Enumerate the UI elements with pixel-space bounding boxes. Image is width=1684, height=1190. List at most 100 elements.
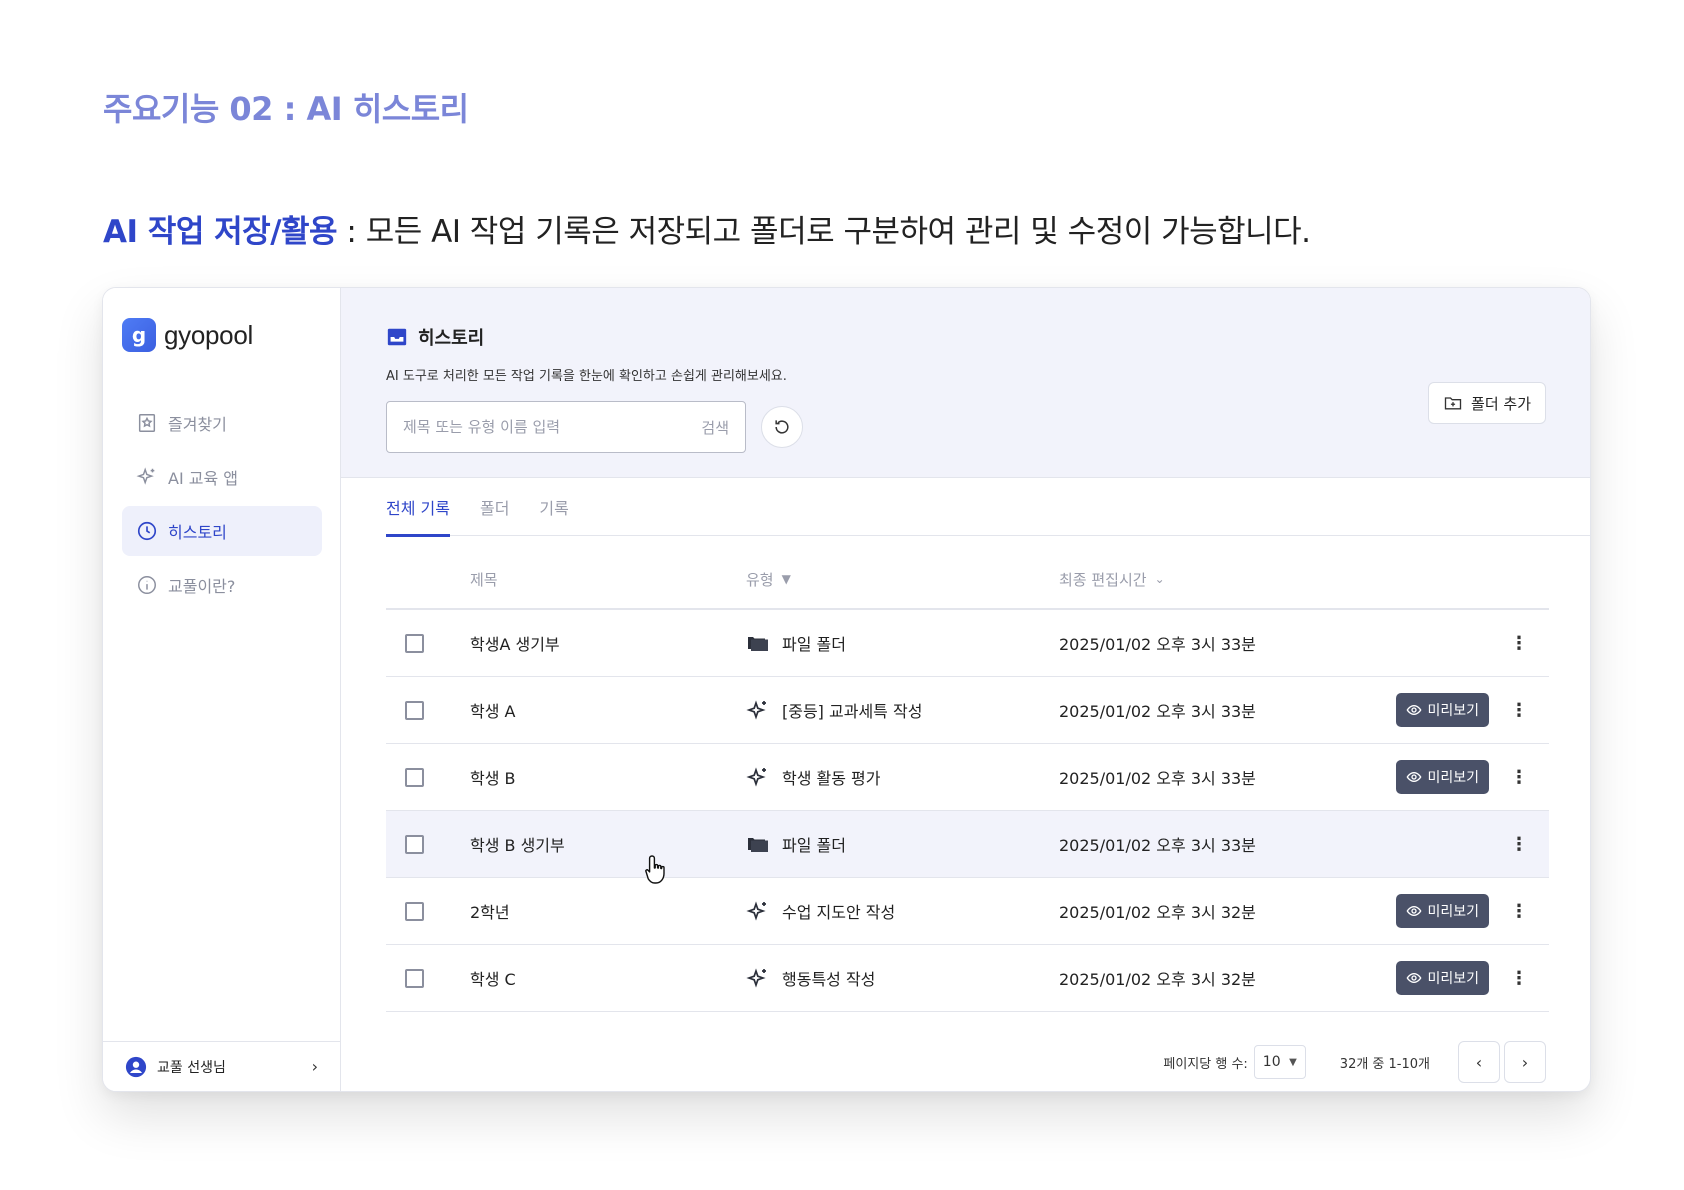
table-row[interactable]: 학생 B 학생 활동 평가 2025/01/02 오후 3시 33분 미리보기 ⋮ — [386, 744, 1549, 811]
eye-icon — [1407, 771, 1422, 783]
preview-label: 미리보기 — [1427, 904, 1479, 920]
row-type: 행동특성 작성 — [746, 966, 1059, 990]
page-title-text: 히스토리 — [418, 328, 485, 349]
sparkle-icon — [136, 467, 155, 485]
table-header: 제목 유형 ▼ 최종 편집시간 ⌄ — [386, 550, 1549, 610]
row-checkbox[interactable] — [405, 700, 424, 720]
sidebar-item-ai-apps[interactable]: AI 교육 앱 — [122, 452, 322, 502]
tab-folders[interactable]: 폴더 — [480, 478, 509, 536]
eye-icon — [1407, 704, 1422, 716]
logo[interactable]: g gyopool — [122, 318, 253, 352]
row-checkbox[interactable] — [405, 767, 424, 787]
eye-icon — [1407, 905, 1422, 917]
history-table: 제목 유형 ▼ 최종 편집시간 ⌄ 학생A 생기부 파일 폴더 2025/01/02 오… — [386, 550, 1549, 1012]
table-row[interactable]: 학생 A [중등] 교과세특 작성 2025/01/02 오후 3시 33분 미리보기… — [386, 677, 1549, 744]
clock-icon — [137, 521, 157, 541]
preview-button[interactable]: 미리보기 — [1396, 961, 1489, 995]
row-title: 학생 C — [470, 970, 516, 989]
row-type-label: 파일 폴더 — [782, 836, 846, 855]
sidebar-item-label: 즐겨찾기 — [168, 415, 227, 434]
preview-button[interactable]: 미리보기 — [1396, 894, 1489, 928]
folder-icon — [748, 838, 768, 852]
tab-all-records[interactable]: 전체 기록 — [386, 478, 450, 537]
table-row[interactable]: 2학년 수업 지도안 작성 2025/01/02 오후 3시 32분 미리보기 ⋮ — [386, 878, 1549, 945]
column-header-time-label: 최종 편집시간 — [1059, 570, 1147, 589]
row-type-label: 학생 활동 평가 — [782, 769, 881, 788]
inbox-icon — [387, 328, 407, 346]
preview-button[interactable]: 미리보기 — [1396, 693, 1489, 727]
row-checkbox[interactable] — [405, 633, 424, 653]
rows-per-page-label: 페이지당 행 수: — [1163, 1056, 1248, 1072]
sparkle-icon — [746, 968, 766, 988]
sidebar-item-label: AI 교육 앱 — [168, 469, 238, 488]
row-type: 파일 폴더 — [746, 832, 1059, 856]
feature-subtitle: AI 작업 저장/활용 : 모든 AI 작업 기록은 저장되고 폴더로 구분하여… — [103, 206, 1311, 251]
column-header-title[interactable]: 제목 — [470, 569, 746, 590]
table-row[interactable]: 학생A 생기부 파일 폴더 2025/01/02 오후 3시 33분 ⋮ — [386, 610, 1549, 677]
folder-icon — [748, 637, 768, 651]
table-row[interactable]: 학생 C 행동특성 작성 2025/01/02 오후 3시 32분 미리보기 ⋮ — [386, 945, 1549, 1012]
sidebar-item-favorites[interactable]: 즐겨찾기 — [122, 398, 322, 448]
row-title: 학생 A — [470, 702, 516, 721]
row-type-label: [중등] 교과세특 작성 — [782, 702, 923, 721]
row-type: 학생 활동 평가 — [746, 765, 1059, 789]
column-header-type[interactable]: 유형 ▼ — [746, 569, 1059, 590]
rows-per-page-select[interactable]: 10 ▼ — [1253, 1045, 1306, 1079]
more-options-icon[interactable]: ⋮ — [1510, 700, 1528, 721]
caret-down-icon: ▼ — [781, 572, 791, 586]
subtitle-accent: AI 작업 저장/활용 — [103, 214, 338, 250]
chevron-right-icon: › — [1521, 1052, 1529, 1072]
bookmark-icon — [138, 414, 156, 432]
row-time: 2025/01/02 오후 3시 32분 — [1059, 970, 1256, 989]
sidebar-item-label: 히스토리 — [168, 523, 227, 542]
next-page-button[interactable]: › — [1504, 1041, 1546, 1083]
sparkle-icon — [746, 767, 766, 787]
sidebar: g gyopool 즐겨찾기 AI 교육 앱 히스토리 교풀이란? 교풀 선생님… — [103, 288, 341, 1091]
more-options-icon[interactable]: ⋮ — [1510, 834, 1528, 855]
row-checkbox[interactable] — [405, 834, 424, 854]
sidebar-item-history[interactable]: 히스토리 — [122, 506, 322, 556]
main-content: 히스토리 AI 도구로 처리한 모든 작업 기록을 한눈에 확인하고 손쉽게 관… — [341, 288, 1590, 1091]
row-checkbox[interactable] — [405, 968, 424, 988]
preview-label: 미리보기 — [1427, 971, 1479, 987]
row-checkbox[interactable] — [405, 901, 424, 921]
add-folder-button[interactable]: 폴더 추가 — [1428, 382, 1546, 424]
row-type: 파일 폴더 — [746, 631, 1059, 655]
refresh-button[interactable] — [761, 406, 803, 448]
row-title: 2학년 — [470, 903, 510, 922]
sidebar-item-label: 교풀이란? — [168, 577, 236, 596]
more-options-icon[interactable]: ⋮ — [1510, 633, 1528, 654]
row-time: 2025/01/02 오후 3시 32분 — [1059, 903, 1256, 922]
row-type-label: 파일 폴더 — [782, 635, 846, 654]
preview-label: 미리보기 — [1427, 703, 1479, 719]
more-options-icon[interactable]: ⋮ — [1510, 767, 1528, 788]
folder-plus-icon — [1444, 397, 1462, 410]
preview-button[interactable]: 미리보기 — [1396, 760, 1489, 794]
chevron-down-icon: ⌄ — [1154, 572, 1165, 586]
app-window: g gyopool 즐겨찾기 AI 교육 앱 히스토리 교풀이란? 교풀 선생님… — [102, 287, 1591, 1092]
search-input[interactable] — [403, 418, 702, 436]
more-options-icon[interactable]: ⋮ — [1510, 968, 1528, 989]
page-title: 히스토리 — [386, 324, 484, 350]
prev-page-button[interactable]: ‹ — [1458, 1041, 1500, 1083]
column-header-time[interactable]: 최종 편집시간 ⌄ — [1059, 569, 1389, 590]
column-header-type-label: 유형 — [746, 570, 774, 589]
row-time: 2025/01/02 오후 3시 33분 — [1059, 635, 1256, 654]
table-row[interactable]: 학생 B 생기부 파일 폴더 2025/01/02 오후 3시 33분 ⋮ — [386, 811, 1549, 878]
row-type-label: 수업 지도안 작성 — [782, 903, 896, 922]
row-title: 학생A 생기부 — [470, 635, 560, 654]
more-options-icon[interactable]: ⋮ — [1510, 901, 1528, 922]
tab-records[interactable]: 기록 — [539, 478, 568, 536]
row-title: 학생 B — [470, 769, 516, 788]
search-button[interactable]: 검색 — [701, 417, 729, 438]
subtitle-text: : 모든 AI 작업 기록은 저장되고 폴더로 구분하여 관리 및 수정이 가능… — [337, 214, 1311, 250]
tab-bar: 전체 기록 폴더 기록 — [386, 478, 1590, 537]
caret-down-icon: ▼ — [1289, 1056, 1297, 1068]
sidebar-nav: 즐겨찾기 AI 교육 앱 히스토리 교풀이란? — [122, 398, 322, 614]
user-profile-bar[interactable]: 교풀 선생님 › — [103, 1041, 340, 1091]
row-title: 학생 B 생기부 — [470, 836, 565, 855]
sidebar-item-about[interactable]: 교풀이란? — [122, 560, 322, 610]
pagination: 페이지당 행 수: 10 ▼ 32개 중 1-10개 ‹ › — [1163, 1041, 1546, 1083]
eye-icon — [1407, 972, 1422, 984]
row-time: 2025/01/02 오후 3시 33분 — [1059, 702, 1256, 721]
